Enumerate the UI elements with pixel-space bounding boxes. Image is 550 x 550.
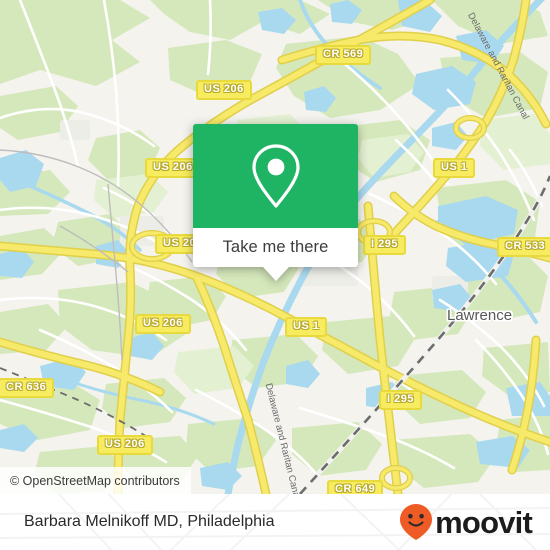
road-shield-us206[interactable]: US 206 [97,435,153,455]
road-shield-cr533[interactable]: CR 533 [497,237,550,257]
road-shield-us206[interactable]: US 206 [196,80,252,100]
popup-tail [262,267,289,281]
road-shield-cr569[interactable]: CR 569 [315,45,372,65]
road-shield-cr636[interactable]: CR 636 [0,378,55,398]
popup-action-area[interactable]: Take me there [193,228,358,267]
footer-bar: Barbara Melnikoff MD, Philadelphia moovi… [0,494,550,550]
map-pin-icon [251,144,300,208]
osm-attribution[interactable]: © OpenStreetMap contributors [0,467,191,494]
road-shield-us206[interactable]: US 206 [135,314,191,334]
road-shield-i295[interactable]: I 295 [379,390,422,410]
page-title: Barbara Melnikoff MD, Philadelphia [24,513,275,530]
take-me-there-label: Take me there [222,238,329,256]
attribution-text: © OpenStreetMap contributors [10,473,180,488]
popup-icon-area [193,124,358,228]
moovit-brand[interactable]: moovit [399,503,533,541]
location-popup-card[interactable]: Take me there [193,124,358,281]
road-shield-us1[interactable]: US 1 [433,158,476,178]
moovit-smiley-pin-icon [400,504,433,540]
map-screenshot: Delaware and Raritan Canal Delaware and … [0,0,550,550]
moovit-wordmark: moovit [435,504,533,540]
map-canvas[interactable]: Delaware and Raritan Canal Delaware and … [0,0,550,494]
road-shield-cr649[interactable]: CR 649 [327,480,384,494]
place-label-lawrence: Lawrence [447,307,513,324]
road-shield-us1[interactable]: US 1 [285,317,328,337]
road-shield-i295[interactable]: I 295 [363,235,406,255]
